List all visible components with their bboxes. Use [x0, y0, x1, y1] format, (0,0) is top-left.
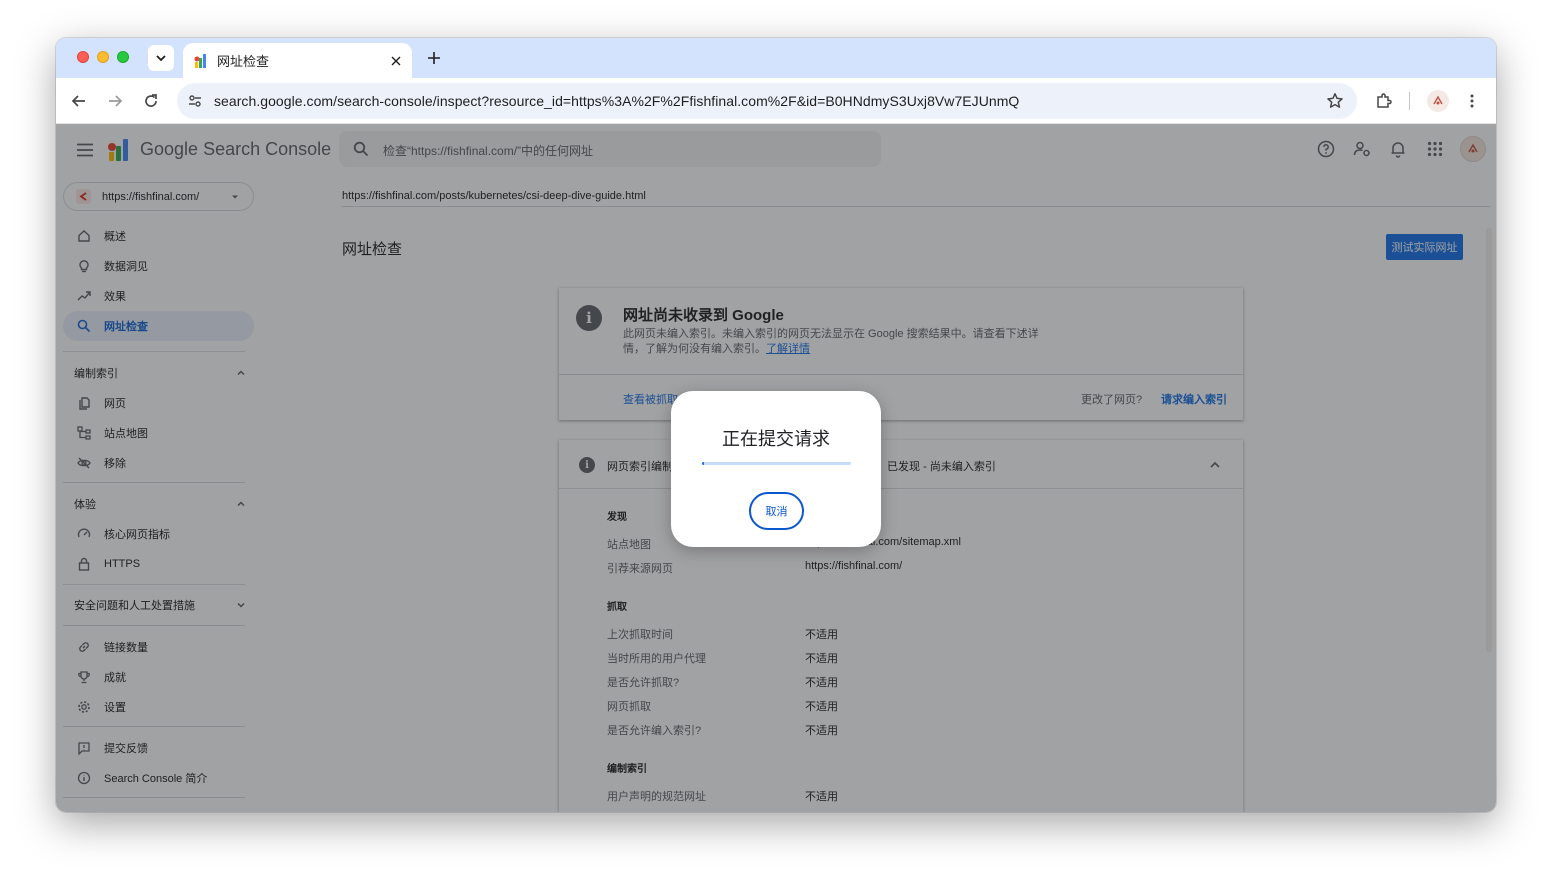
- extensions-button[interactable]: [1372, 89, 1396, 113]
- minimize-window-button[interactable]: [97, 51, 109, 63]
- close-window-button[interactable]: [77, 51, 89, 63]
- tune-icon: [189, 95, 201, 107]
- tab-strip: 网址检查: [56, 38, 1496, 78]
- puzzle-piece-icon: [1377, 93, 1392, 108]
- tab-close-button[interactable]: [386, 51, 406, 71]
- address-bar-url: search.google.com/search-console/inspect…: [214, 93, 1020, 109]
- site-info-button[interactable]: [185, 91, 205, 111]
- address-bar[interactable]: search.google.com/search-console/inspect…: [177, 83, 1357, 119]
- cancel-button[interactable]: 取消: [749, 492, 804, 530]
- back-button[interactable]: [67, 89, 91, 113]
- search-console-favicon-icon: [194, 53, 206, 68]
- browser-window: 网址检查 search.google.com/search-console/in…: [56, 38, 1496, 812]
- browser-toolbar: search.google.com/search-console/inspect…: [56, 78, 1496, 124]
- reload-button[interactable]: [139, 89, 163, 113]
- reload-icon: [145, 94, 157, 107]
- profile-avatar-button[interactable]: [1426, 89, 1450, 113]
- toolbar-separator: [1409, 92, 1410, 110]
- progress-bar: [702, 462, 851, 465]
- tab-title: 网址检查: [217, 54, 270, 69]
- more-vert-icon: [1470, 94, 1474, 108]
- arrow-left-icon: [71, 95, 85, 107]
- star-outline-icon: [1327, 93, 1343, 108]
- browser-tab-active[interactable]: 网址检查: [183, 43, 412, 78]
- close-icon: [391, 56, 401, 65]
- submitting-request-dialog: 正在提交请求 取消: [671, 391, 881, 547]
- browser-menu-button[interactable]: [1460, 89, 1484, 113]
- chevron-down-icon: [156, 55, 166, 62]
- search-console-page: Google Search Console 检查“https://fishfin…: [56, 124, 1496, 812]
- zoom-window-button[interactable]: [117, 51, 129, 63]
- dialog-title: 正在提交请求: [722, 429, 830, 449]
- tab-search-button[interactable]: [148, 45, 174, 71]
- plus-icon: [428, 52, 440, 64]
- page-scrollbar[interactable]: [1486, 228, 1492, 652]
- forward-button[interactable]: [103, 89, 127, 113]
- bookmark-button[interactable]: [1325, 91, 1345, 111]
- progress-bar-fill: [702, 462, 704, 465]
- new-tab-button[interactable]: [422, 46, 446, 70]
- arrow-right-icon: [109, 95, 123, 107]
- profile-avatar-icon: [1427, 90, 1449, 112]
